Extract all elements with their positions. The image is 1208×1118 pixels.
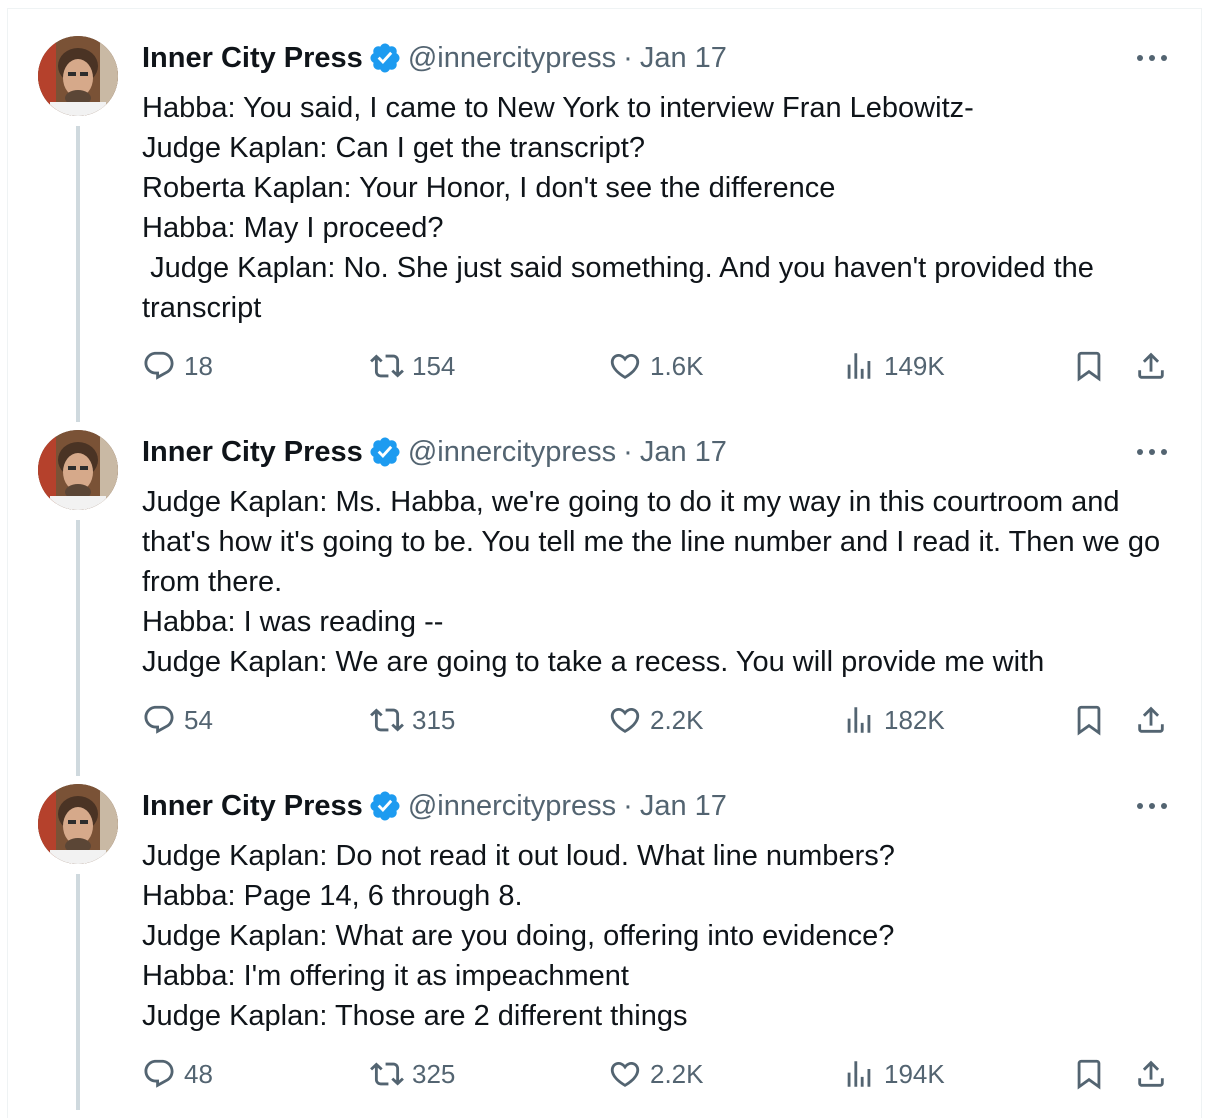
avatar[interactable] <box>38 784 118 864</box>
like-count: 2.2K <box>650 1058 704 1089</box>
views-icon <box>847 707 871 733</box>
views-icon <box>847 1061 871 1087</box>
share-icon <box>1138 1060 1164 1087</box>
separator-dot: · <box>623 789 633 822</box>
like-count: 1.6K <box>650 350 704 381</box>
views-button[interactable]: 194K <box>842 1054 945 1094</box>
tweet-date[interactable]: Jan 17 <box>640 42 727 75</box>
repost-icon <box>370 1062 404 1086</box>
repost-count: 154 <box>412 350 456 381</box>
tweet-date[interactable]: Jan 17 <box>640 790 727 823</box>
bookmark-icon <box>1077 1059 1101 1090</box>
views-count: 194K <box>884 1058 945 1089</box>
repost-icon <box>370 708 404 732</box>
tweet-actions: 54 315 2.2K 182K <box>142 700 1182 740</box>
tweet-header: Inner City Press @innercitypress · Jan 1… <box>142 38 727 78</box>
repost-button[interactable]: 154 <box>370 346 455 386</box>
reply-count: 48 <box>184 1058 213 1089</box>
like-button[interactable]: 2.2K <box>608 1054 704 1094</box>
author-name[interactable]: Inner City Press <box>142 790 363 823</box>
tweet-date[interactable]: Jan 17 <box>640 436 727 469</box>
avatar[interactable] <box>38 430 118 510</box>
like-button[interactable]: 2.2K <box>608 700 704 740</box>
like-icon <box>610 707 640 733</box>
tweet-actions: 48 325 2.2K 194K <box>142 1054 1182 1094</box>
repost-icon <box>370 354 404 378</box>
repost-count: 325 <box>412 1058 456 1089</box>
bookmark-button[interactable] <box>1072 346 1106 386</box>
share-button[interactable] <box>1134 700 1168 740</box>
tweet[interactable]: Inner City Press @innercitypress · Jan 1… <box>0 8 1208 408</box>
like-button[interactable]: 1.6K <box>608 346 704 386</box>
tweet-header: Inner City Press @innercitypress · Jan 1… <box>142 786 727 826</box>
reply-icon <box>144 705 174 734</box>
tweet-text: Judge Kaplan: Do not read it out loud. W… <box>142 840 895 1032</box>
like-count: 2.2K <box>650 704 704 735</box>
share-icon <box>1138 352 1164 379</box>
separator-dot: · <box>623 435 633 468</box>
tweet[interactable]: Inner City Press @innercitypress · Jan 1… <box>0 402 1208 762</box>
repost-count: 315 <box>412 704 456 735</box>
tweet-header: Inner City Press @innercitypress · Jan 1… <box>142 432 727 472</box>
reply-icon <box>144 351 174 380</box>
tweet-text: Habba: You said, I came to New York to i… <box>142 92 1094 324</box>
share-button[interactable] <box>1134 346 1168 386</box>
like-icon <box>610 1061 640 1087</box>
verified-badge-icon <box>368 435 402 469</box>
reply-icon <box>144 1059 174 1088</box>
reply-button[interactable]: 18 <box>142 346 213 386</box>
separator-dot: · <box>623 41 633 74</box>
avatar[interactable] <box>38 36 118 116</box>
repost-button[interactable]: 325 <box>370 1054 455 1094</box>
verified-badge-icon <box>368 41 402 75</box>
bookmark-icon <box>1077 351 1101 382</box>
views-icon <box>847 353 871 379</box>
tweet-text: Judge Kaplan: Ms. Habba, we're going to … <box>142 486 1161 678</box>
views-count: 149K <box>884 350 945 381</box>
tweet-actions: 18 154 1.6K 149K <box>142 346 1182 386</box>
reply-button[interactable]: 54 <box>142 700 213 740</box>
bookmark-icon <box>1077 705 1101 736</box>
views-button[interactable]: 182K <box>842 700 945 740</box>
reply-count: 18 <box>184 350 213 381</box>
views-button[interactable]: 149K <box>842 346 945 386</box>
bookmark-button[interactable] <box>1072 1054 1106 1094</box>
repost-button[interactable]: 315 <box>370 700 455 740</box>
author-handle[interactable]: @innercitypress <box>408 436 616 469</box>
reply-button[interactable]: 48 <box>142 1054 213 1094</box>
share-icon <box>1138 706 1164 733</box>
views-count: 182K <box>884 704 945 735</box>
author-name[interactable]: Inner City Press <box>142 42 363 75</box>
author-handle[interactable]: @innercitypress <box>408 42 616 75</box>
author-name[interactable]: Inner City Press <box>142 436 363 469</box>
verified-badge-icon <box>368 789 402 823</box>
reply-count: 54 <box>184 704 213 735</box>
share-button[interactable] <box>1134 1054 1168 1094</box>
more-dots-icon[interactable] <box>1134 48 1170 68</box>
more-dots-icon[interactable] <box>1134 442 1170 462</box>
author-handle[interactable]: @innercitypress <box>408 790 616 823</box>
tweet[interactable]: Inner City Press @innercitypress · Jan 1… <box>0 756 1208 1110</box>
like-icon <box>610 353 640 379</box>
more-dots-icon[interactable] <box>1134 796 1170 816</box>
bookmark-button[interactable] <box>1072 700 1106 740</box>
